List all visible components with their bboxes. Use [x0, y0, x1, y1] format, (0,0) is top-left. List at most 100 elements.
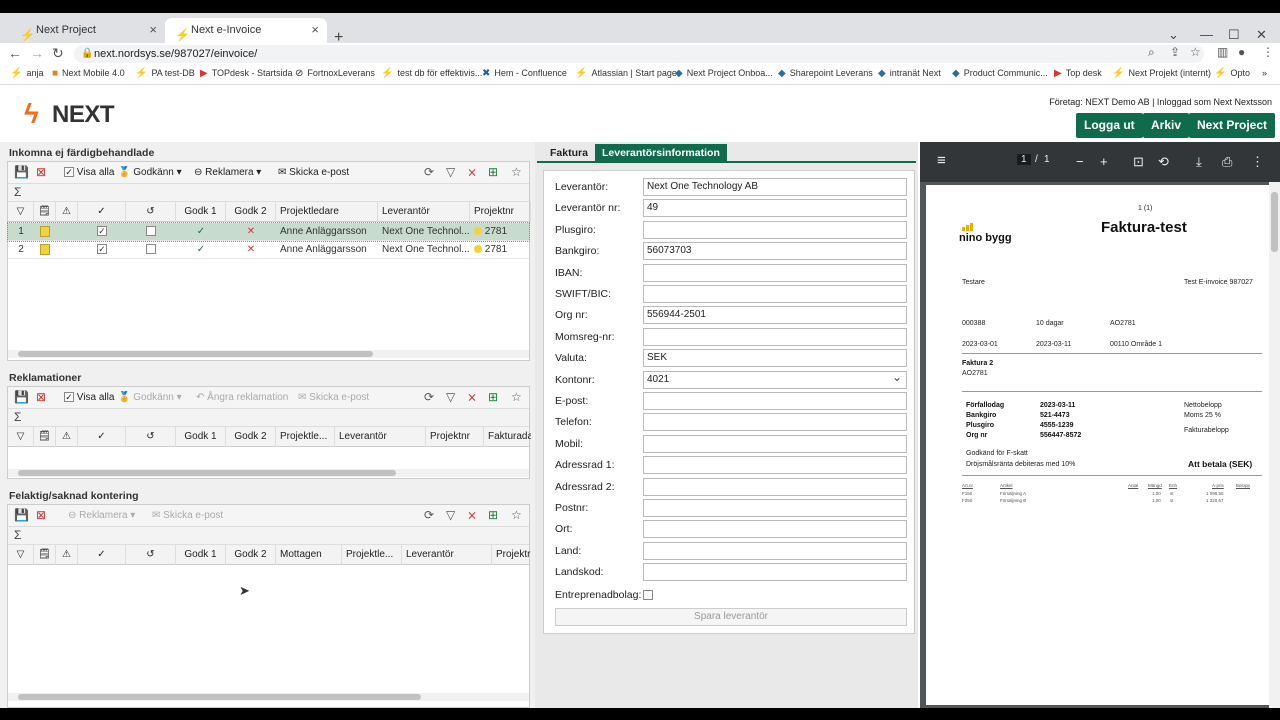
next-logo[interactable]: ϟ NEXT	[24, 100, 116, 130]
visa-alla-checkbox[interactable]: ✓ Visa alla	[64, 392, 114, 403]
column-projektnr[interactable]: Projektnr	[426, 427, 484, 447]
tab-leverantorsinformation[interactable]: Leverantörsinformation	[595, 144, 727, 162]
print-icon[interactable]: ⎙	[1222, 154, 1232, 170]
profile-icon[interactable]: ●	[1238, 45, 1245, 59]
tab-faktura[interactable]: Faktura	[543, 144, 595, 162]
minimize-icon[interactable]: —	[1200, 27, 1213, 42]
bookmark-item[interactable]: ⚡ PA test-DB	[135, 68, 195, 79]
field-input[interactable]: 56073703	[643, 242, 907, 261]
page-number-input[interactable]: 1	[1017, 154, 1031, 165]
field-input[interactable]	[643, 456, 907, 475]
field-input[interactable]	[643, 285, 907, 303]
horizontal-scrollbar[interactable]	[8, 350, 529, 358]
close-window-icon[interactable]: ✕	[1256, 27, 1267, 43]
filter-icon[interactable]: ▽	[446, 165, 455, 179]
refresh-icon[interactable]: ⟳	[424, 508, 434, 522]
url-field[interactable]: 🔒 next.nordsys.se/987027/einvoice/	[74, 45, 1204, 63]
clear-filter-icon[interactable]: ⨯	[467, 165, 477, 179]
bookmark-item[interactable]: ▶ Top desk	[1054, 68, 1102, 79]
favorite-star-icon[interactable]: ☆	[511, 390, 522, 404]
browser-tab-next-einvoice[interactable]: ⚡ Next e-Invoice ×	[165, 18, 327, 43]
save-icon[interactable]: 💾	[14, 508, 29, 522]
note-icon[interactable]	[34, 223, 56, 241]
bookmark-item[interactable]: ⚡ Next Projekt (internt)	[1112, 68, 1211, 79]
favorite-star-icon[interactable]: ☆	[511, 165, 522, 179]
row-checkbox[interactable]: ✓	[78, 241, 126, 259]
column-check-icon[interactable]: ✓	[78, 427, 126, 447]
field-input[interactable]	[643, 413, 907, 432]
column-fakturadatum[interactable]: Fakturada	[484, 427, 531, 447]
column-leverantor[interactable]: Leverantör	[335, 427, 426, 447]
horizontal-scrollbar[interactable]	[8, 693, 529, 701]
back-icon[interactable]: ←	[8, 45, 22, 61]
more-options-icon[interactable]: ⋮	[1251, 154, 1264, 170]
horizontal-scrollbar[interactable]	[8, 469, 529, 477]
field-input[interactable]	[643, 263, 907, 282]
visa-alla-checkbox[interactable]: ✓ Visa alla	[64, 167, 114, 178]
column-godk1[interactable]: Godk 1	[176, 202, 226, 222]
excel-icon[interactable]: ⊞	[488, 508, 498, 522]
bookmark-item[interactable]: ◆ Product Communic...	[952, 68, 1048, 79]
bookmark-item[interactable]: ◆ intranät Next	[878, 68, 941, 79]
refresh-icon[interactable]: ⟳	[424, 390, 434, 404]
field-input[interactable]	[643, 499, 907, 517]
tab-search-chevron-icon[interactable]: ⌄	[1168, 27, 1179, 43]
column-projektledare[interactable]: Projektle...	[276, 427, 335, 447]
row-checkbox[interactable]	[126, 241, 176, 259]
field-input[interactable]: 556944-2501	[643, 306, 907, 325]
column-history-icon[interactable]: ↺	[126, 427, 176, 447]
hamburger-menu-icon[interactable]: ≡	[937, 152, 946, 169]
angra-reklamation-button[interactable]: ↶ Ångra reklamation	[196, 392, 288, 403]
fit-page-icon[interactable]: ⊡	[1133, 154, 1144, 170]
bookmarks-overflow-icon[interactable]: »	[1262, 68, 1267, 78]
column-warning-icon[interactable]: ⚠	[56, 545, 78, 565]
column-note-icon[interactable]: 🗒	[34, 545, 56, 565]
column-warning-icon[interactable]: ⚠	[56, 427, 78, 447]
table-row[interactable]: 1 ✓ ✓ ✕ Anne Anläggarsson Next One Techn…	[7, 222, 530, 242]
archive-button[interactable]: Arkiv	[1143, 113, 1190, 138]
filter-icon[interactable]: ▽	[446, 508, 455, 522]
menu-kebab-icon[interactable]: ⋮	[1262, 45, 1274, 59]
save-supplier-button[interactable]: Spara leverantör	[555, 608, 907, 626]
skicka-epost-button[interactable]: ✉ Skicka e-post	[298, 392, 369, 403]
field-input[interactable]	[643, 541, 907, 560]
column-godk1[interactable]: Godk 1	[176, 545, 226, 565]
column-history-icon[interactable]: ↺	[126, 202, 176, 222]
bookmark-item[interactable]: ▶ TOPdesk - Startsida	[200, 68, 293, 79]
field-input[interactable]	[643, 434, 907, 453]
field-input[interactable]	[643, 327, 907, 346]
filter-icon[interactable]: ▽	[446, 390, 455, 404]
field-input[interactable]: SEK	[643, 349, 907, 368]
row-checkbox[interactable]: ✓	[78, 223, 126, 241]
cancel-doc-icon[interactable]: ⊠	[36, 165, 46, 179]
field-input[interactable]	[643, 220, 907, 239]
field-input[interactable]: Next One Technology AB	[643, 178, 907, 196]
share-icon[interactable]: ⇪	[1170, 45, 1180, 59]
cancel-doc-icon[interactable]: ⊠	[36, 390, 46, 404]
bookmark-item[interactable]: ⚡ test db för effektivis...	[381, 68, 482, 79]
column-check-icon[interactable]: ✓	[78, 545, 126, 565]
forward-icon[interactable]: →	[30, 45, 44, 61]
column-godk1[interactable]: Godk 1	[176, 427, 226, 447]
column-note-icon[interactable]: 🗒	[34, 427, 56, 447]
godkann-button[interactable]: 🏅 Godkänn ▾	[118, 392, 182, 403]
browser-tab-next-project[interactable]: ⚡ Next Project ×	[10, 18, 165, 43]
close-tab-icon[interactable]: ×	[311, 18, 319, 42]
column-godk2[interactable]: Godk 2	[226, 202, 276, 222]
column-check-icon[interactable]: ✓	[78, 202, 126, 222]
column-leverantor[interactable]: Leverantör	[378, 202, 470, 222]
column-warning-icon[interactable]: ⚠	[56, 202, 78, 222]
excel-icon[interactable]: ⊞	[488, 390, 498, 404]
download-icon[interactable]: ⤓	[1196, 154, 1202, 170]
field-input[interactable]	[643, 477, 907, 496]
side-panel-icon[interactable]: ▥	[1217, 45, 1228, 59]
table-row[interactable]: 2 ✓ ✓ ✕ Anne Anläggarsson Next One Techn…	[8, 241, 529, 259]
close-tab-icon[interactable]: ×	[149, 18, 157, 42]
excel-icon[interactable]: ⊞	[488, 165, 498, 179]
skicka-epost-button[interactable]: ✉ Skicka e-post	[278, 167, 349, 178]
sigma-icon[interactable]: Σ	[14, 410, 21, 424]
field-input[interactable]	[643, 520, 907, 539]
zoom-in-icon[interactable]: +	[1100, 154, 1108, 169]
sigma-icon[interactable]: Σ	[14, 185, 21, 199]
clear-filter-icon[interactable]: ⨯	[467, 390, 477, 404]
